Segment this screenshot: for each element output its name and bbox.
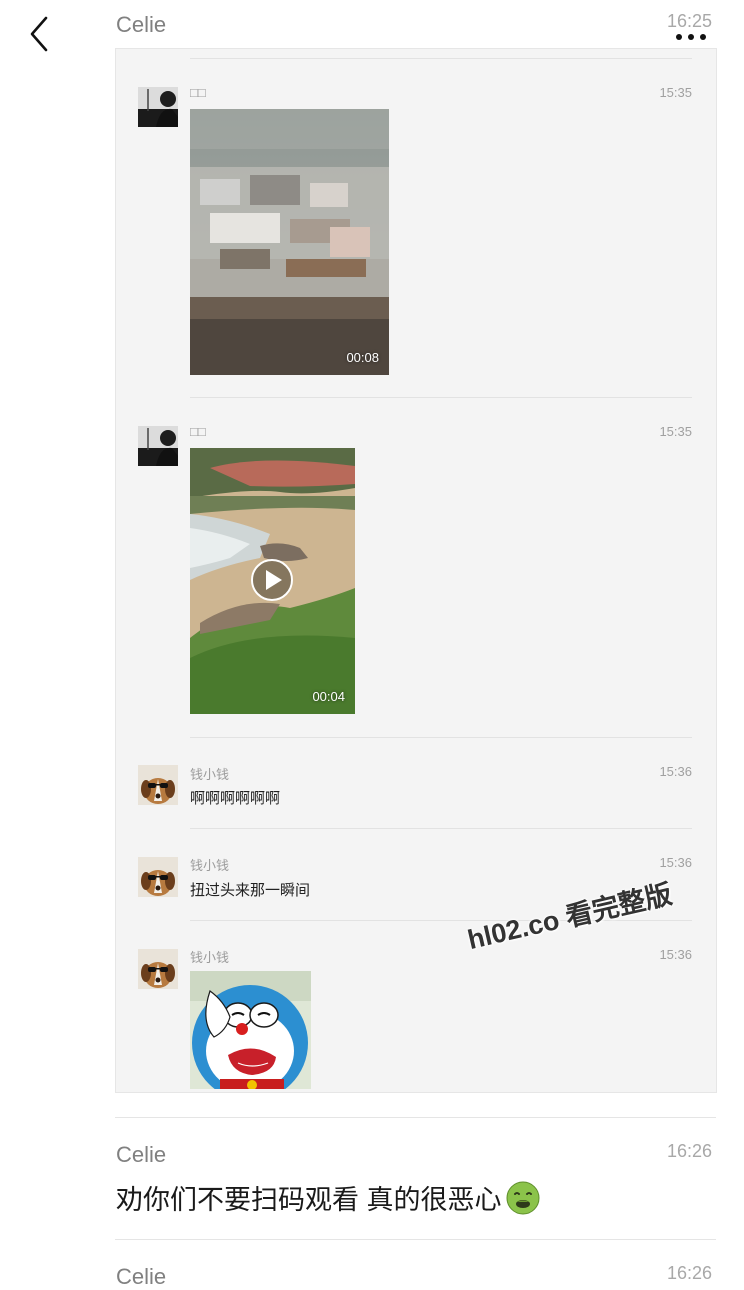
- message-sender: Celie: [116, 1142, 167, 1167]
- message-time: 15:36: [659, 764, 692, 779]
- more-options-button[interactable]: [676, 27, 716, 40]
- message-time: 16:26: [667, 1263, 713, 1283]
- divider: [190, 737, 692, 738]
- message-sender: Celie: [116, 1264, 167, 1289]
- video-thumbnail[interactable]: 00:08: [190, 109, 389, 375]
- message-text: 劝你们不要扫码观看 真的很恶心: [116, 1185, 502, 1215]
- divider: [115, 1117, 716, 1118]
- back-button[interactable]: [24, 14, 58, 54]
- message-time: 15:35: [659, 424, 692, 439]
- message-time: 16:26: [667, 1141, 713, 1161]
- avatar: [138, 87, 178, 127]
- avatar: [138, 949, 178, 989]
- video-duration: 00:08: [346, 350, 379, 365]
- message-sender-name: 钱小钱: [190, 767, 230, 782]
- avatar: [138, 426, 178, 466]
- sticker-image[interactable]: [190, 971, 311, 1089]
- divider: [190, 397, 692, 398]
- video-thumbnail[interactable]: 00:04: [190, 448, 355, 714]
- message-sender-name: □□: [190, 424, 206, 439]
- message-sender-name: □□: [190, 85, 206, 100]
- message-sender-name: 钱小钱: [190, 858, 230, 873]
- message-text: 啊啊啊啊啊啊: [190, 790, 281, 807]
- divider: [190, 828, 692, 829]
- chat-record-card[interactable]: □□ 15:35 00:08 □□ 15:35 00:04 钱小钱 15:36 …: [115, 48, 717, 1093]
- more-dots-icon: [676, 34, 682, 40]
- message-time: 15:36: [659, 947, 692, 962]
- chevron-left-icon: [30, 16, 48, 52]
- message-text-row: 劝你们不要扫码观看 真的很恶心: [116, 1178, 540, 1222]
- message-sender-name: 钱小钱: [190, 950, 230, 965]
- avatar: [138, 765, 178, 805]
- message-text: 扭过头来那一瞬间: [190, 882, 311, 899]
- video-duration: 00:04: [312, 689, 345, 704]
- nauseated-face-emoji: [506, 1181, 540, 1222]
- message-time: 15:36: [659, 855, 692, 870]
- message-sender: Celie: [116, 12, 167, 37]
- message-time: 15:35: [659, 85, 692, 100]
- divider: [115, 1239, 716, 1240]
- divider: [190, 58, 692, 59]
- avatar: [138, 857, 178, 897]
